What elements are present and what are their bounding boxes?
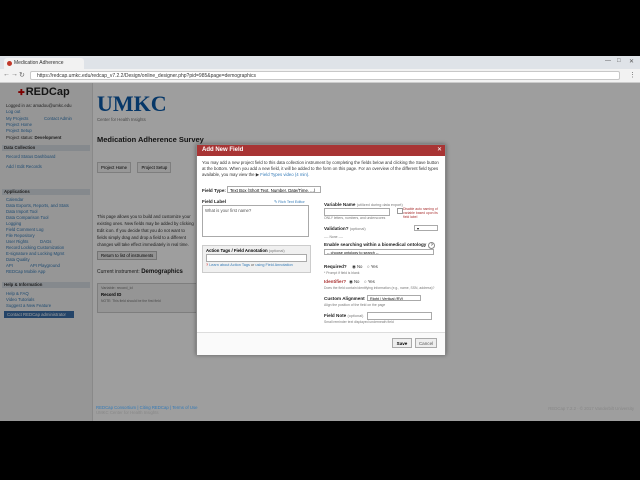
reload-icon[interactable]: ↻ [19,71,25,79]
browser-tab-title: Medication Adherence [14,60,64,66]
footer-subtitle: UMKC Center for Health Insights [96,410,159,415]
field-annotation-link[interactable]: using Field Annotation [255,263,292,267]
disable-auto-naming-note: Disable auto naming of variable based up… [403,207,438,220]
screen: Medication Adherence — □ ✕ ← → ↻ https:/… [0,56,640,421]
dialog-footer: Save Cancel [197,332,445,355]
maximize-icon[interactable]: □ [617,58,621,64]
ontology-select[interactable]: -- choose ontology to search -- [324,249,434,255]
required-no-radio[interactable]: ◉ No [352,264,362,270]
validation-select[interactable]: ▾ [414,225,438,231]
required-yes-radio[interactable]: ○ Yes [367,264,378,269]
validation-label: Validation? (optional) [324,226,366,231]
field-types-video-link[interactable]: Field Types video (4 min). [260,172,309,177]
footer-link[interactable]: Terms of Use [172,405,197,410]
variable-name-label: Variable Name (utilized during data expo… [324,202,403,207]
field-note-hint: Small reminder text displayed underneath… [324,320,394,324]
custom-alignment-select[interactable]: Right / Vertical (RV) [367,295,421,301]
footer-version: REDCap 7.2.2 · © 2017 Vanderbilt Univers… [548,406,634,411]
custom-alignment-label: Custom Alignment [324,296,365,301]
identifier-yes-radio[interactable]: ○ Yes [364,279,375,284]
pencil-icon: ✎ [274,200,278,204]
field-label-textarea[interactable]: What is your first name? [202,205,309,237]
back-arrow-icon[interactable]: ← [3,71,10,78]
field-settings-column: Variable Name (utilized during data expo… [324,145,442,345]
field-note-label: Field Note (optional) [324,313,364,318]
cancel-button[interactable]: Cancel [415,338,437,348]
validation-value: ---- None ---- [324,235,344,239]
required-label: Required? [324,264,347,269]
field-label-label: Field Label [202,199,226,204]
field-type-select[interactable]: Text Box (Short Text, Number, Date/Time,… [227,186,321,193]
close-window-icon[interactable]: ✕ [629,58,634,65]
action-tags-box: Action Tags / Field Annotation (optional… [202,245,311,273]
url-input[interactable]: https://redcap.umkc.edu/redcap_v7.2.2/De… [30,71,620,80]
variable-name-hint: ONLY letters, numbers, and underscores [324,216,386,220]
action-tags-label: Action Tags / Field Annotation (optional… [206,248,285,253]
action-tags-help: ? Learn about Action Tags or using Field… [206,263,293,267]
add-new-field-dialog: Add New Field ✕ You may add a new projec… [196,144,446,355]
identifier-no-radio[interactable]: ◉ No [349,279,359,285]
save-button[interactable]: Save [392,338,412,348]
help-icon: ? [206,263,209,267]
learn-action-tags-link[interactable]: Learn about Action Tags [209,263,250,267]
ontology-label: Enable searching within a biomedical ont… [324,242,436,249]
redcap-favicon-icon [7,61,12,66]
address-bar-row: ← → ↻ https://redcap.umkc.edu/redcap_v7.… [0,69,640,83]
identifier-label: Identifier? [324,279,347,284]
help-icon[interactable]: ? [428,242,436,249]
footer-links: REDCap Consortium | Citing REDCap | Term… [96,405,198,415]
minimize-icon[interactable]: — [605,58,611,64]
custom-alignment-hint: Align the position of the field on the p… [324,303,386,307]
required-hint: * Prompt if field is blank [324,271,360,275]
identifier-hint: Does the field contain identifying infor… [324,286,435,290]
field-note-input[interactable] [367,312,432,320]
forward-arrow-icon[interactable]: → [11,71,18,78]
video-icon: ▶ [255,171,260,177]
variable-name-input[interactable] [324,208,390,216]
browser-tab[interactable]: Medication Adherence [4,58,84,69]
browser-tab-bar: Medication Adherence — □ ✕ [0,56,640,69]
action-tags-input[interactable] [206,254,307,262]
browser-menu-icon[interactable]: ⋮ [629,71,636,79]
field-type-label: Field Type: [202,188,226,193]
rich-text-editor-link[interactable]: ✎ Rich Text Editor [274,199,305,204]
